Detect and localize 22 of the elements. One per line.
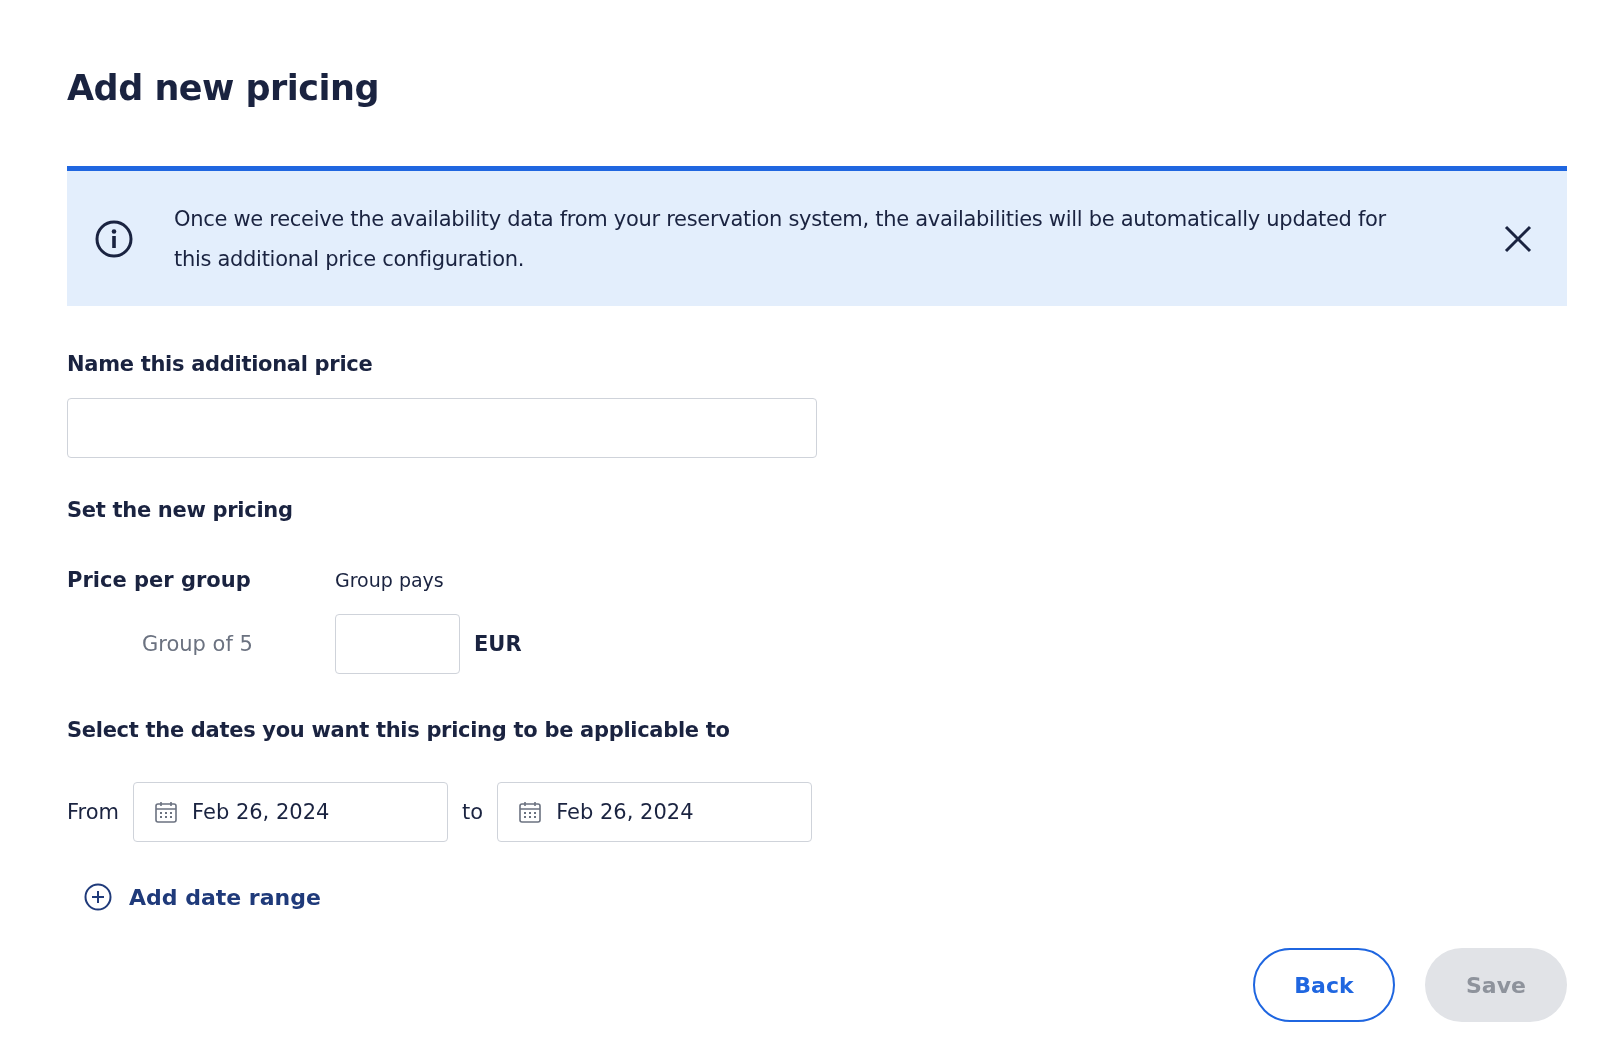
to-label: to: [462, 800, 484, 824]
from-label: From: [67, 800, 120, 824]
section-heading: Select the dates you want this pricing to be applicable to: [67, 718, 731, 742]
action-button[interactable]: Back: [1253, 948, 1395, 1022]
column-label: Group pays: [335, 569, 445, 591]
add-date-range-link[interactable]: Add date range: [129, 884, 321, 910]
close-icon[interactable]: [1503, 223, 1533, 254]
page-title: Add new pricing: [67, 68, 381, 108]
field-label: Name this additional price: [67, 352, 374, 376]
start-date-field[interactable]: Feb 26, 2024: [133, 782, 449, 842]
price-input[interactable]: [335, 614, 460, 674]
info-message: Once we receive the availability data from your reservation system, the availabilities will be automatically updated for this additional price configuration.: [174, 205, 1387, 273]
section-heading: Set the new pricing: [67, 498, 294, 522]
currency-label: EUR: [474, 632, 522, 656]
name-input[interactable]: [67, 398, 817, 458]
end-date-field[interactable]: Feb 26, 2024: [497, 782, 813, 842]
calendar-icon: [154, 800, 179, 824]
info-icon: [94, 218, 134, 259]
plus-circle-icon[interactable]: [83, 882, 113, 912]
price-label: Price per group: [67, 568, 252, 592]
group-label: Group of 5: [141, 632, 254, 656]
calendar-icon: [518, 800, 543, 824]
